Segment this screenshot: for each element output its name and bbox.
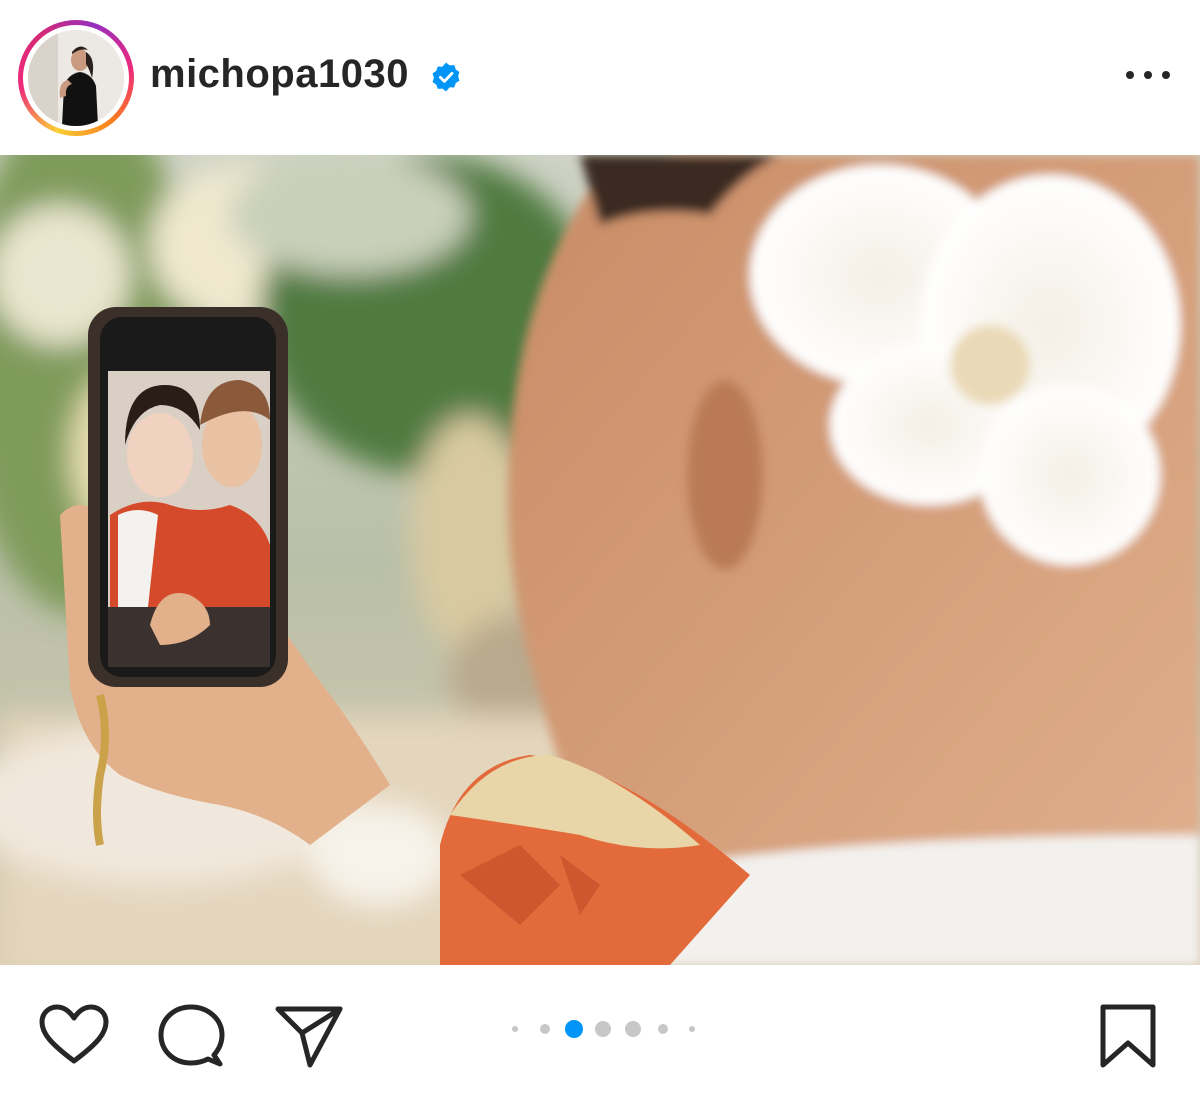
post-header: michopa1030 [0, 0, 1200, 155]
post-image[interactable] [0, 155, 1200, 965]
carousel-indicator [508, 1019, 708, 1039]
story-ring[interactable] [18, 20, 134, 136]
username[interactable]: michopa1030 [150, 52, 409, 97]
carousel-dot [512, 1026, 518, 1032]
comment-icon[interactable] [156, 1003, 226, 1069]
more-options-button[interactable] [1120, 60, 1176, 90]
verified-badge-icon [432, 62, 460, 92]
heart-icon[interactable] [38, 1003, 110, 1067]
avatar[interactable] [28, 30, 124, 126]
more-options-icon [1126, 71, 1134, 79]
bookmark-icon[interactable] [1096, 1003, 1160, 1069]
carousel-dot [540, 1024, 550, 1034]
post-photo [0, 155, 1200, 965]
carousel-dot-active [565, 1020, 583, 1038]
carousel-dot [689, 1026, 695, 1032]
carousel-dot [595, 1021, 611, 1037]
send-icon[interactable] [274, 1003, 344, 1069]
avatar-image [28, 30, 124, 126]
carousel-dot [625, 1021, 641, 1037]
carousel-dot [658, 1024, 668, 1034]
